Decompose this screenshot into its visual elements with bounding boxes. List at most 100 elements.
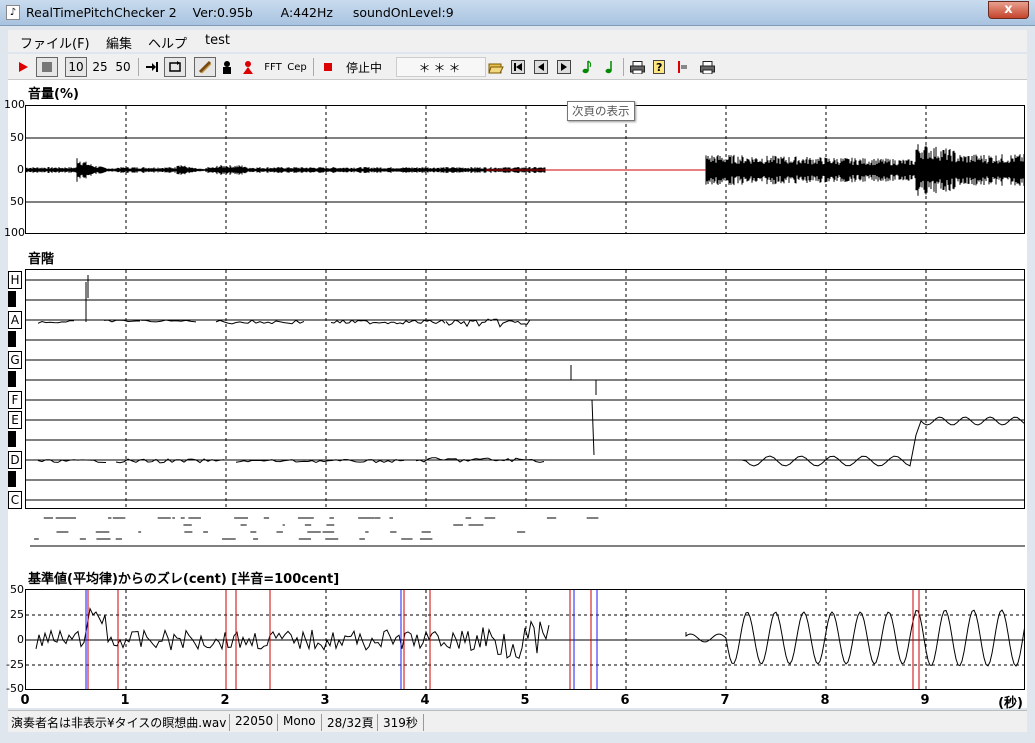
toolbar-separator bbox=[138, 58, 139, 76]
status-text: 停止中 bbox=[345, 60, 382, 75]
play-icon bbox=[19, 62, 28, 72]
note-key-e: E bbox=[8, 411, 22, 429]
black-key bbox=[8, 371, 16, 387]
skip-first-icon bbox=[511, 60, 525, 74]
scale-plot[interactable] bbox=[25, 269, 1025, 509]
note-key-f: F bbox=[8, 391, 22, 409]
play-button[interactable] bbox=[14, 57, 32, 77]
menu-test[interactable]: test bbox=[205, 33, 230, 48]
music-note-icon bbox=[582, 60, 592, 74]
time-tick: 1 bbox=[120, 693, 130, 708]
status-channels: Mono bbox=[280, 714, 322, 731]
player-button[interactable] bbox=[219, 57, 235, 77]
cent-curve bbox=[35, 606, 550, 660]
pitch-trace bbox=[26, 270, 1024, 508]
status-file: 演奏者名は非表示¥タイスの瞑想曲.wav bbox=[8, 714, 230, 731]
loop-button[interactable] bbox=[164, 57, 186, 77]
pitch-jump bbox=[570, 365, 597, 456]
pitch-segment bbox=[330, 319, 446, 325]
zoom-50-button[interactable]: 50 bbox=[113, 57, 133, 77]
toolbar-separator bbox=[623, 58, 624, 76]
jump-end-button[interactable] bbox=[143, 57, 161, 77]
status-bar: 演奏者名は非表示¥タイスの瞑想曲.wav 22050 Mono 28/32頁 3… bbox=[8, 710, 1027, 732]
fft-button[interactable]: FFT bbox=[262, 57, 284, 77]
volume-tick: 50 bbox=[10, 131, 24, 144]
note-strip-marks bbox=[30, 517, 1025, 547]
time-tick: 4 bbox=[420, 693, 430, 708]
toolbar-separator bbox=[313, 58, 314, 76]
volume-title: 音量(%) bbox=[28, 87, 79, 102]
note-strip bbox=[25, 512, 1025, 557]
person-icon bbox=[223, 61, 231, 74]
time-tick: 0 bbox=[20, 693, 30, 708]
note-key-a: A bbox=[8, 311, 22, 329]
marker-icon bbox=[678, 61, 687, 73]
time-tick: 2 bbox=[220, 693, 230, 708]
time-unit: (秒) bbox=[998, 696, 1023, 711]
close-button[interactable]: x bbox=[988, 1, 1029, 19]
prev-icon bbox=[534, 60, 548, 74]
next-page-button[interactable] bbox=[555, 57, 573, 77]
title-bar: ♪ RealTimePitchChecker 2 Ver:0.95b A:442… bbox=[0, 0, 1035, 26]
printer-icon bbox=[629, 60, 645, 74]
black-key bbox=[8, 291, 16, 307]
volume-tick: 50 bbox=[10, 195, 24, 208]
zoom-10-button[interactable]: 10 bbox=[65, 57, 87, 77]
print-setup-button[interactable] bbox=[698, 57, 716, 77]
cent-title: 基準値(平均律)からのズレ(cent) [半音=100cent] bbox=[28, 572, 340, 587]
menu-bar: ファイル(F) 編集 ヘルプ test bbox=[8, 30, 1027, 52]
menu-edit[interactable]: 編集 bbox=[106, 33, 132, 52]
pitch-segment bbox=[686, 416, 1024, 467]
note-button[interactable] bbox=[579, 57, 595, 77]
volume-tick: 100 bbox=[4, 226, 25, 239]
volume-tick: 0 bbox=[17, 163, 24, 176]
note-alt-button[interactable] bbox=[602, 57, 618, 77]
app-icon: ♪ bbox=[6, 5, 20, 20]
marker-button[interactable] bbox=[673, 57, 689, 77]
open-folder-button[interactable] bbox=[487, 57, 505, 77]
status-duration: 319秒 bbox=[380, 714, 424, 731]
next-icon bbox=[557, 60, 571, 74]
svg-text:?: ? bbox=[656, 61, 662, 74]
help-button[interactable]: ? bbox=[651, 57, 667, 77]
record-button[interactable] bbox=[321, 57, 335, 77]
cent-tick: -25 bbox=[6, 658, 24, 671]
time-tick: 5 bbox=[520, 693, 530, 708]
time-tick: 9 bbox=[920, 693, 930, 708]
cent-curve bbox=[685, 609, 1024, 667]
volume-tick: 100 bbox=[4, 98, 25, 111]
zoom-25-button[interactable]: 25 bbox=[90, 57, 110, 77]
record-icon bbox=[324, 63, 332, 71]
menu-file[interactable]: ファイル(F) bbox=[20, 33, 90, 52]
cep-button[interactable]: Cep bbox=[286, 57, 308, 77]
pitch-segment bbox=[37, 320, 75, 324]
violin-button[interactable] bbox=[194, 57, 216, 77]
pitch-segment bbox=[215, 319, 305, 325]
stop-button[interactable] bbox=[36, 57, 58, 77]
scale-title: 音階 bbox=[28, 252, 55, 267]
cent-plot[interactable] bbox=[25, 589, 1025, 690]
window-title: RealTimePitchChecker 2 Ver:0.95b A:442Hz… bbox=[26, 5, 454, 20]
toolbar: 10 25 50 FFT Cep 停止中 ＊＊＊ ? bbox=[8, 54, 1027, 80]
main-panel: 音量(%) 100 50 0 50 100 音階 HAGFEDC 基準値(平均律… bbox=[4, 80, 1027, 711]
note-display: ＊＊＊ bbox=[396, 57, 486, 77]
print-button[interactable] bbox=[628, 57, 646, 77]
stop-icon bbox=[42, 62, 52, 72]
note-key-g: G bbox=[8, 351, 22, 369]
first-page-button[interactable] bbox=[509, 57, 527, 77]
black-key bbox=[8, 471, 16, 487]
singer-button[interactable] bbox=[240, 57, 256, 77]
pitch-jump bbox=[85, 275, 89, 322]
volume-waveform bbox=[26, 106, 1024, 233]
folder-open-icon bbox=[488, 63, 504, 73]
cent-tick: 25 bbox=[10, 608, 24, 621]
time-tick: 6 bbox=[620, 693, 630, 708]
person-red-icon bbox=[243, 61, 253, 74]
menu-help[interactable]: ヘルプ bbox=[148, 33, 187, 52]
volume-plot[interactable] bbox=[25, 105, 1025, 234]
time-tick: 8 bbox=[820, 693, 830, 708]
status-rate: 22050 bbox=[232, 714, 278, 731]
black-key bbox=[8, 331, 16, 347]
music-note-icon bbox=[605, 61, 612, 74]
prev-page-button[interactable] bbox=[532, 57, 550, 77]
